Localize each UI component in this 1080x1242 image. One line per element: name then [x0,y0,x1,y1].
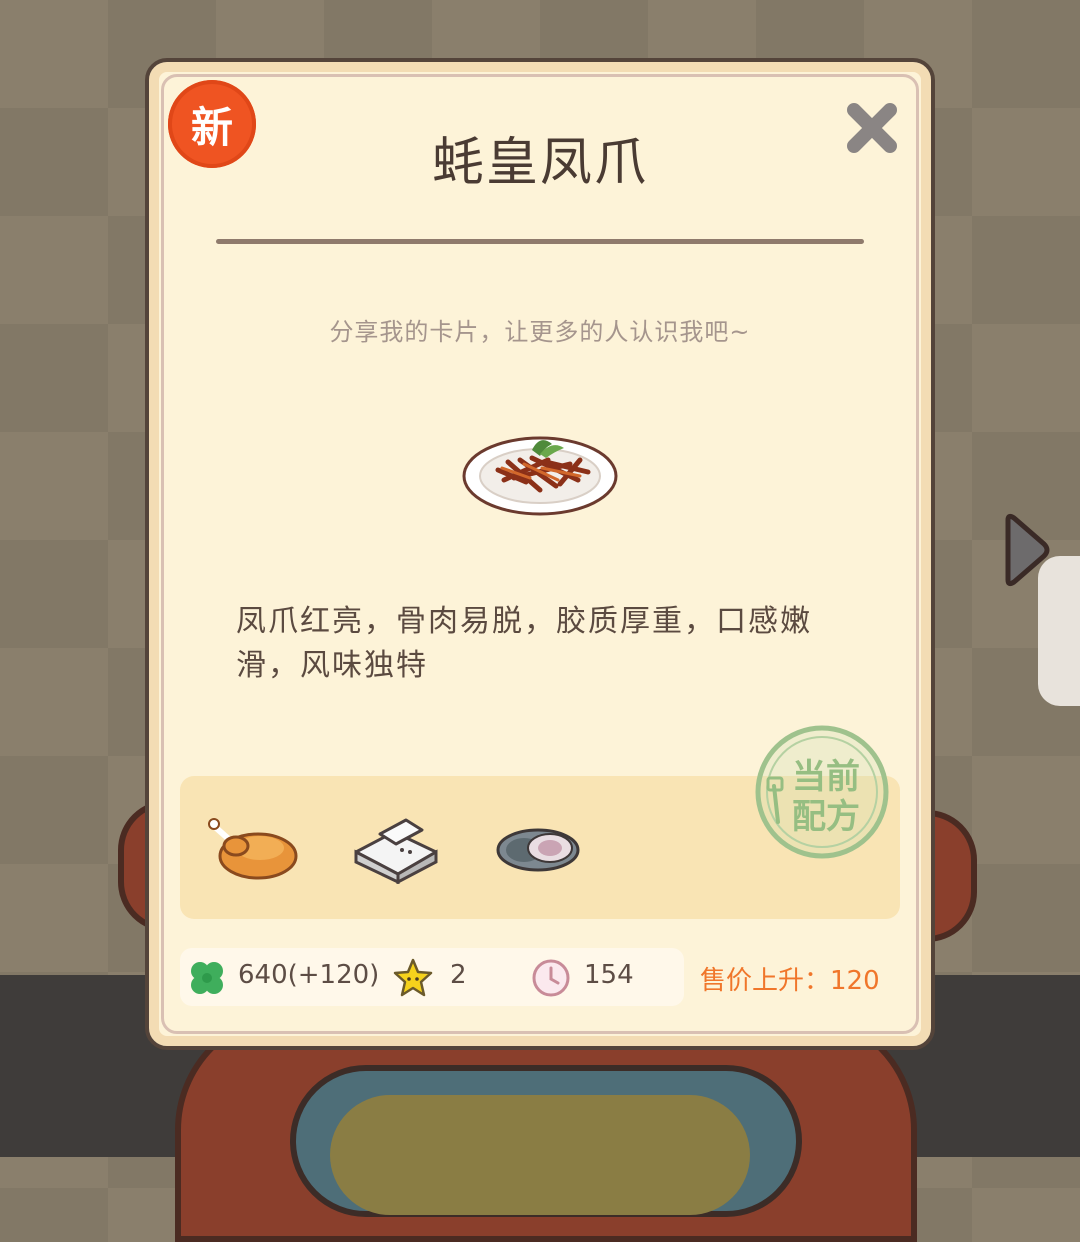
ingredient-oyster[interactable] [494,812,586,884]
time-value: 154 [584,960,634,990]
ingredient-tofu[interactable] [350,812,442,885]
dish-plate-icon [462,436,618,516]
clover-icon [186,957,228,999]
ingredient-roast-chicken[interactable] [208,812,300,884]
svg-text:配方: 配方 [792,797,860,837]
chevron-right-icon [1005,513,1050,587]
svg-text:当前: 当前 [792,757,860,797]
dish-image [460,420,620,520]
stamp-icon: 当前 配方 [755,725,889,859]
star-value: 2 [450,960,467,990]
star-icon [392,957,434,999]
share-hint: 分享我的卡片，让更多的人认识我吧~ [329,318,751,346]
clock-icon [530,957,572,999]
dish-description: 凤爪红亮，骨肉易脱，胶质厚重，口感嫩滑，风味独特 [236,604,812,683]
current-recipe-stamp: 当前 配方 [752,722,892,862]
close-icon [847,103,897,153]
next-arrow-button[interactable] [998,510,1054,590]
dish-title: 蚝皇凤爪 [431,133,648,193]
pot-contents [330,1095,750,1215]
close-button[interactable] [842,98,902,158]
tofu-icon [354,818,438,885]
clover-value: 640(+120) [238,960,380,990]
new-badge: 新 [168,80,256,168]
price-rise: 售价上升：120 [700,966,880,996]
roast-chicken-icon [208,818,298,880]
oyster-icon [496,828,580,872]
title-divider [216,239,864,244]
